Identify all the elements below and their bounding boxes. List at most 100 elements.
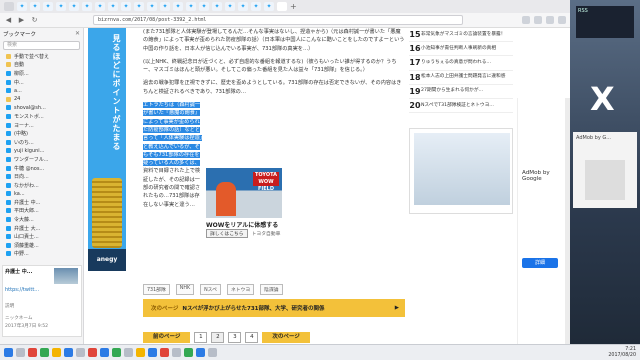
ranking-item[interactable]: 17 りゅうちぇるの真意が問われる… bbox=[409, 56, 513, 71]
bookmark-item[interactable]: 柳原... bbox=[0, 69, 83, 78]
tag-link[interactable]: Nスペ bbox=[200, 284, 221, 295]
bookmark-item[interactable]: ka... bbox=[0, 190, 83, 199]
sidebar-ad[interactable] bbox=[409, 128, 513, 214]
next-page-button[interactable]: 次のページ bbox=[262, 332, 310, 343]
bookmark-item[interactable]: shoval@sh... bbox=[0, 104, 83, 113]
taskbar-app-icon[interactable] bbox=[28, 348, 37, 357]
page-number-button[interactable]: 3 bbox=[228, 332, 242, 343]
tab-twitter-16[interactable]: ✦ bbox=[212, 2, 222, 11]
tag-link[interactable]: 陰謀論 bbox=[260, 284, 283, 295]
bookmark-item[interactable]: ヨーナ... bbox=[0, 121, 83, 130]
bookmark-item[interactable]: (中略) bbox=[0, 129, 83, 138]
bookmark-item[interactable]: 日向... bbox=[0, 172, 83, 181]
bookmark-item[interactable]: 24 bbox=[0, 95, 83, 104]
page-number-button[interactable]: 2 bbox=[211, 332, 225, 343]
bookmark-item[interactable]: yuji kiguni... bbox=[0, 147, 83, 156]
ranking-item[interactable]: 20 NスペでT31部隊検証とネトウヨ… bbox=[409, 99, 513, 114]
tab-twitter-19[interactable]: ✦ bbox=[251, 2, 261, 11]
tab-twitter-18[interactable]: ✦ bbox=[238, 2, 248, 11]
tab-twitter-11[interactable]: ✦ bbox=[147, 2, 157, 11]
sidebar-search-input[interactable]: 検索 bbox=[3, 41, 80, 50]
tab-twitter-14[interactable]: ✦ bbox=[186, 2, 196, 11]
forward-button[interactable]: ▶ bbox=[17, 16, 26, 25]
ranking-item[interactable]: 16 小池知事が責任判断人事刷新の真相 bbox=[409, 42, 513, 57]
tab-twitter-10[interactable]: ✦ bbox=[134, 2, 144, 11]
right-ad[interactable]: AdMob by Google 詳細 bbox=[517, 98, 570, 344]
close-icon[interactable]: ✕ bbox=[75, 30, 80, 37]
taskbar-app-icon[interactable] bbox=[184, 348, 193, 357]
tab-twitter-12[interactable]: ✦ bbox=[160, 2, 170, 11]
tab-1[interactable] bbox=[4, 2, 14, 11]
ad-details-button[interactable]: 詳しくはこちら bbox=[206, 229, 248, 238]
taskbar-app-icon[interactable] bbox=[52, 348, 61, 357]
menu-icon[interactable] bbox=[558, 16, 566, 24]
taskbar-app-icon[interactable] bbox=[112, 348, 121, 357]
bookmark-icon[interactable] bbox=[522, 16, 530, 24]
bookmark-item[interactable]: 弁護士 大... bbox=[0, 224, 83, 233]
tab-twitter-3[interactable]: ✦ bbox=[43, 2, 53, 11]
tab-twitter-1[interactable]: ✦ bbox=[17, 2, 27, 11]
bookmark-item[interactable]: a... bbox=[0, 86, 83, 95]
tag-link[interactable]: NHK bbox=[175, 284, 195, 295]
tab-twitter-15[interactable]: ✦ bbox=[199, 2, 209, 11]
reload-button[interactable]: ↻ bbox=[30, 16, 39, 25]
taskbar-app-icon[interactable] bbox=[124, 348, 133, 357]
taskbar-app-icon[interactable] bbox=[148, 348, 157, 357]
ranking-item[interactable]: 18 松本人志の上田弁護士問題発言に違和感 bbox=[409, 71, 513, 85]
taskbar-app-icon[interactable] bbox=[76, 348, 85, 357]
ranking-item[interactable]: 19 27期間から生まれる何かが… bbox=[409, 85, 513, 99]
new-tab-button[interactable]: + bbox=[290, 2, 298, 11]
bookmark-item[interactable]: ワンダーフル... bbox=[0, 155, 83, 164]
back-button[interactable]: ◀ bbox=[4, 16, 13, 25]
tab-twitter-13[interactable]: ✦ bbox=[173, 2, 183, 11]
bookmark-item[interactable]: 中野... bbox=[0, 250, 83, 259]
ad-details-button-right[interactable]: 詳細 bbox=[522, 258, 558, 268]
preview-link[interactable]: https://twitt... bbox=[3, 287, 81, 293]
page-number-button[interactable]: 4 bbox=[245, 332, 259, 343]
tab-twitter-9[interactable]: ✦ bbox=[121, 2, 131, 11]
ranking-item[interactable]: 15 非常気象がマスゴミの言論装置を暴露！ bbox=[409, 28, 513, 43]
tag-link[interactable]: ネトウヨ bbox=[226, 284, 255, 295]
bookmark-item[interactable]: モンストボ... bbox=[0, 112, 83, 121]
tab-twitter-8[interactable]: ✦ bbox=[108, 2, 118, 11]
extension-icon[interactable] bbox=[546, 16, 554, 24]
tag-link[interactable]: 731部隊 bbox=[143, 284, 170, 295]
start-icon[interactable] bbox=[4, 348, 13, 357]
tab-twitter-7[interactable]: ✦ bbox=[95, 2, 105, 11]
download-icon[interactable] bbox=[534, 16, 542, 24]
taskbar-app-icon[interactable] bbox=[196, 348, 205, 357]
taskbar-app-icon[interactable] bbox=[136, 348, 145, 357]
taskbar-app-icon[interactable] bbox=[64, 348, 73, 357]
tab-twitter-4[interactable]: ✦ bbox=[56, 2, 66, 11]
bookmark-item[interactable]: 令大藤... bbox=[0, 215, 83, 224]
tab-twitter-2[interactable]: ✦ bbox=[30, 2, 40, 11]
tab-twitter-5[interactable]: ✦ bbox=[69, 2, 79, 11]
tab-twitter-17[interactable]: ✦ bbox=[225, 2, 235, 11]
bookmark-item[interactable]: 中... bbox=[0, 78, 83, 87]
bookmark-item[interactable]: 自動 bbox=[0, 61, 83, 70]
next-page-banner[interactable]: 次のページ Nスペが浮かび上がらせた731部隊、大学、研究者の関係 ▶ bbox=[143, 299, 405, 317]
address-bar[interactable]: bizrnva.com/2017/08/post-3392_2.html bbox=[93, 15, 463, 25]
taskbar-app-icon[interactable] bbox=[88, 348, 97, 357]
prev-page-button[interactable]: 前のページ bbox=[143, 332, 191, 343]
bookmark-item[interactable]: 弁護士 中... bbox=[0, 198, 83, 207]
bookmark-item[interactable]: 牛糖 @nos... bbox=[0, 164, 83, 173]
taskbar-app-icon[interactable] bbox=[208, 348, 217, 357]
bookmark-item[interactable]: 須藤重雄... bbox=[0, 241, 83, 250]
bookmark-item[interactable]: 手動で並べ替え bbox=[0, 52, 83, 61]
bookmark-item[interactable]: なかがわ... bbox=[0, 181, 83, 190]
taskbar-app-icon[interactable] bbox=[16, 348, 25, 357]
taskbar-app-icon[interactable] bbox=[160, 348, 169, 357]
page-number-button[interactable]: 1 bbox=[194, 332, 208, 343]
tab-twitter-6[interactable]: ✦ bbox=[82, 2, 92, 11]
tab-active[interactable] bbox=[277, 2, 287, 11]
taskbar-app-icon[interactable] bbox=[172, 348, 181, 357]
taskbar-app-icon[interactable] bbox=[40, 348, 49, 357]
bookmark-item[interactable]: 平田大郎... bbox=[0, 207, 83, 216]
left-banner-ad[interactable]: 見るほどにポイントがたまる anegy bbox=[88, 28, 126, 271]
bookmark-item[interactable]: 山口責士... bbox=[0, 232, 83, 241]
taskbar-app-icon[interactable] bbox=[100, 348, 109, 357]
tab-twitter-20[interactable]: ✦ bbox=[264, 2, 274, 11]
toyota-ad-image[interactable]: TOYOTA WOW FIELD bbox=[206, 168, 282, 218]
bookmark-item[interactable]: いのち... bbox=[0, 138, 83, 147]
